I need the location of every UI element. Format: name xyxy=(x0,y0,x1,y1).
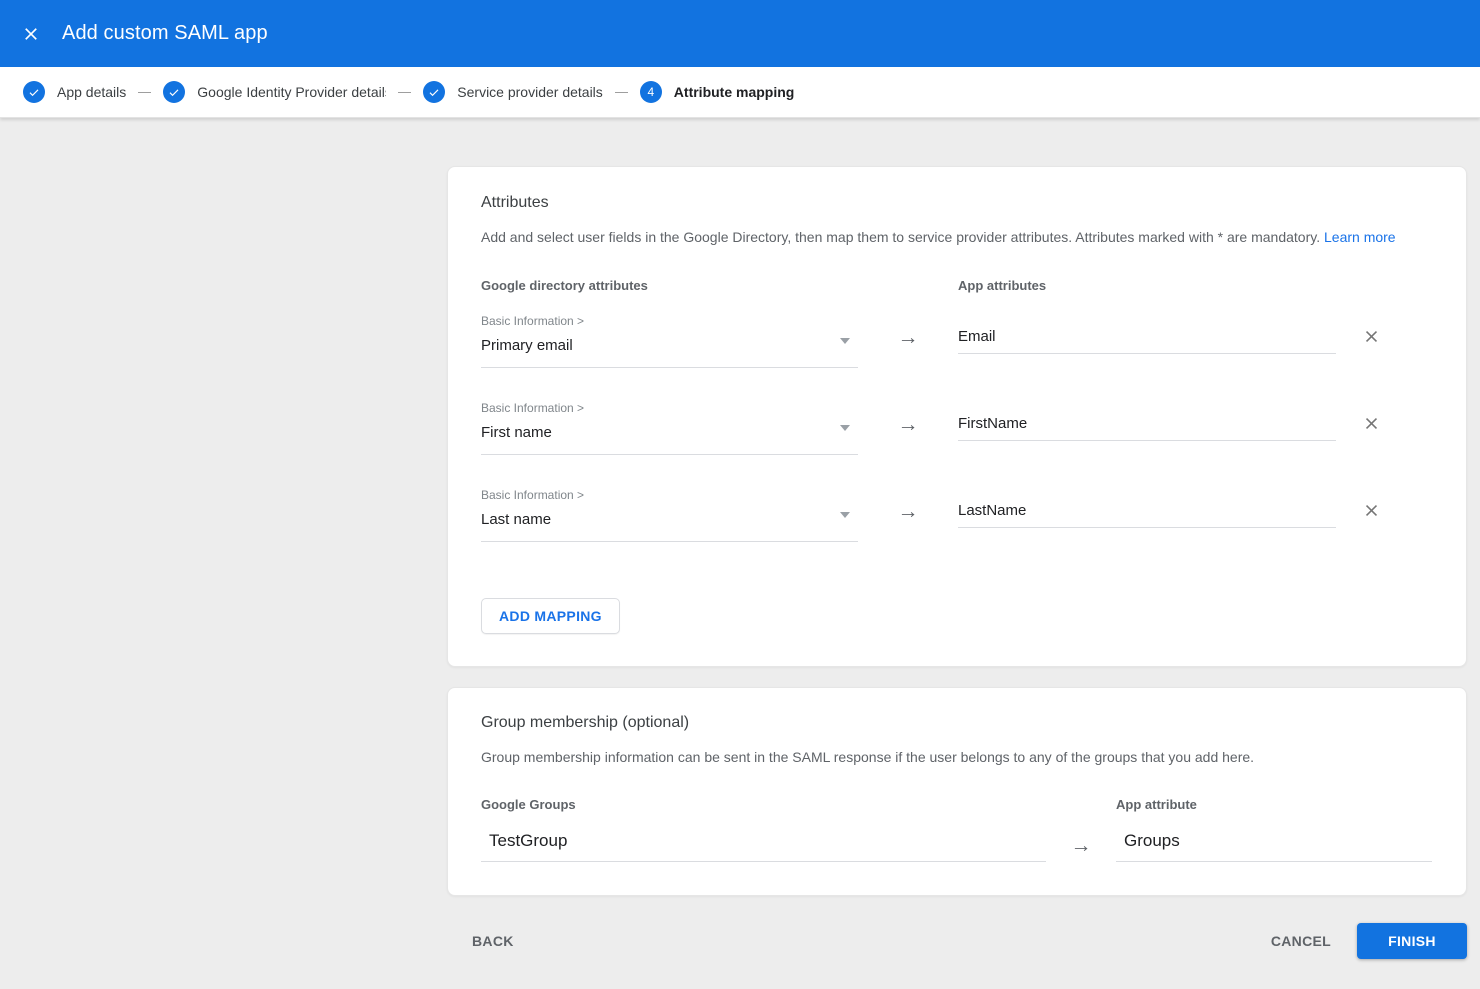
dropdown-arrow-icon xyxy=(840,338,850,344)
app-attribute-cell xyxy=(958,415,1336,441)
add-mapping-button[interactable]: ADD MAPPING xyxy=(481,598,620,634)
step-label: Attribute mapping xyxy=(674,84,795,100)
remove-mapping-icon[interactable] xyxy=(1361,413,1381,433)
attributes-card-description: Add and select user fields in the Google… xyxy=(481,229,1433,245)
step-label: Service provider details xyxy=(457,84,603,100)
close-icon[interactable] xyxy=(19,22,43,46)
attribute-selected-value: Primary email xyxy=(481,337,858,355)
cancel-button[interactable]: CANCEL xyxy=(1271,933,1331,949)
maps-to-arrow-icon: → xyxy=(858,401,958,437)
mapping-row-primary-email: Basic Information > Primary email → xyxy=(481,314,1433,368)
page-title: Add custom SAML app xyxy=(62,22,268,45)
group-app-attribute-cell xyxy=(1116,831,1432,862)
remove-mapping-icon[interactable] xyxy=(1361,326,1381,346)
app-attribute-input[interactable] xyxy=(958,328,1336,354)
app-attributes-header: App attributes xyxy=(958,278,1046,293)
maps-to-arrow-icon: → xyxy=(858,488,958,524)
step-google-idp-details[interactable]: Google Identity Provider details xyxy=(163,81,386,103)
step-connector xyxy=(138,92,151,93)
directory-attribute-select[interactable]: Basic Information > Last name xyxy=(481,488,858,542)
maps-to-arrow-icon: → xyxy=(858,314,958,350)
step-label: Google Identity Provider details xyxy=(197,84,386,100)
group-card-description: Group membership information can be sent… xyxy=(481,749,1433,765)
step-connector xyxy=(615,92,628,93)
group-card-title: Group membership (optional) xyxy=(481,713,1433,732)
attributes-column-headers: Google directory attributes App attribut… xyxy=(481,278,1433,293)
google-groups-header: Google Groups xyxy=(481,797,1116,812)
learn-more-link[interactable]: Learn more xyxy=(1324,229,1396,245)
google-groups-cell xyxy=(481,831,1046,862)
attribute-category-label: Basic Information > xyxy=(481,488,858,502)
attribute-category-label: Basic Information > xyxy=(481,401,858,415)
step-connector xyxy=(398,92,411,93)
google-directory-attributes-header: Google directory attributes xyxy=(481,278,958,293)
finish-button[interactable]: FINISH xyxy=(1357,923,1467,959)
group-column-headers: Google Groups App attribute xyxy=(481,797,1433,812)
step-service-provider-details[interactable]: Service provider details xyxy=(423,81,603,103)
google-groups-input[interactable] xyxy=(481,831,1046,862)
step-label: App details xyxy=(57,84,126,100)
step-attribute-mapping[interactable]: 4 Attribute mapping xyxy=(640,81,795,103)
app-attribute-input[interactable] xyxy=(958,502,1336,528)
step-check-icon xyxy=(23,81,45,103)
group-app-attribute-input[interactable] xyxy=(1116,831,1432,862)
step-app-details[interactable]: App details xyxy=(23,81,126,103)
attributes-description-text: Add and select user fields in the Google… xyxy=(481,229,1320,245)
dropdown-arrow-icon xyxy=(840,512,850,518)
maps-to-arrow-icon: → xyxy=(1046,831,1116,858)
mapping-row-last-name: Basic Information > Last name → xyxy=(481,488,1433,542)
content-area: Attributes Add and select user fields in… xyxy=(0,118,1480,959)
attribute-category-label: Basic Information > xyxy=(481,314,858,328)
mapping-row-first-name: Basic Information > First name → xyxy=(481,401,1433,455)
group-membership-card: Group membership (optional) Group member… xyxy=(447,687,1467,896)
back-button[interactable]: BACK xyxy=(472,933,514,949)
attributes-card: Attributes Add and select user fields in… xyxy=(447,166,1467,667)
attribute-selected-value: First name xyxy=(481,424,858,442)
app-attribute-cell xyxy=(958,502,1336,528)
step-check-icon xyxy=(423,81,445,103)
appbar: Add custom SAML app xyxy=(0,0,1480,67)
group-app-attribute-header: App attribute xyxy=(1116,797,1197,812)
wizard-stepper: App details Google Identity Provider det… xyxy=(0,67,1480,118)
group-mapping-row: → xyxy=(481,831,1433,862)
footer-actions: BACK CANCEL FINISH xyxy=(447,923,1467,959)
step-check-icon xyxy=(163,81,185,103)
mapping-rows: Basic Information > Primary email → Basi… xyxy=(481,314,1433,542)
directory-attribute-select[interactable]: Basic Information > First name xyxy=(481,401,858,455)
dropdown-arrow-icon xyxy=(840,425,850,431)
app-attribute-input[interactable] xyxy=(958,415,1336,441)
remove-mapping-icon[interactable] xyxy=(1361,500,1381,520)
attribute-selected-value: Last name xyxy=(481,511,858,529)
attributes-card-title: Attributes xyxy=(481,193,1433,212)
step-number-badge: 4 xyxy=(640,81,662,103)
app-attribute-cell xyxy=(958,328,1336,354)
directory-attribute-select[interactable]: Basic Information > Primary email xyxy=(481,314,858,368)
